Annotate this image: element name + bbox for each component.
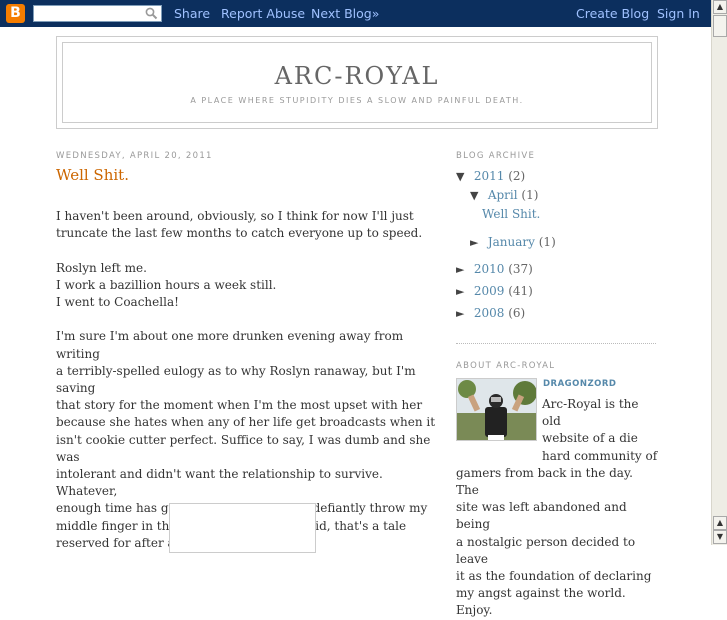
scroll-up-bottom-icon[interactable]: ▲ <box>713 516 727 530</box>
post-date: WEDNESDAY, APRIL 20, 2011 <box>56 151 213 161</box>
blogger-logo-icon[interactable]: B <box>6 4 25 23</box>
archive-month-april: ▼ April (1) <box>470 188 539 202</box>
scrollbar-thumb[interactable] <box>713 15 727 37</box>
search-icon[interactable] <box>145 7 158 20</box>
archive-post-item: Well Shit. <box>482 207 540 221</box>
archive-link-2010[interactable]: 2010 <box>474 262 505 276</box>
about-description: Arc-Royal is the old website of a die ha… <box>456 397 658 618</box>
archive-link-april[interactable]: April <box>488 188 518 202</box>
archive-post-link[interactable]: Well Shit. <box>482 207 540 221</box>
scroll-down-icon[interactable]: ▼ <box>713 530 727 544</box>
blog-search-input[interactable] <box>33 5 162 22</box>
archive-year-2011: ▼ 2011 (2) <box>456 169 526 183</box>
post-title[interactable]: Well Shit. <box>56 166 129 184</box>
share-link[interactable]: Share <box>174 6 210 21</box>
archive-link-2011[interactable]: 2011 <box>474 169 505 183</box>
sidebar-divider <box>456 343 656 344</box>
vertical-scrollbar[interactable]: ▲ ▲ ▼ <box>711 0 727 545</box>
collapse-toggle-icon[interactable]: ▼ <box>470 189 484 202</box>
archive-link-2008[interactable]: 2008 <box>474 306 505 320</box>
archive-year-2008: ► 2008 (6) <box>456 306 526 320</box>
expand-toggle-icon[interactable]: ► <box>456 285 470 298</box>
blog-archive-heading: BLOG ARCHIVE <box>456 151 536 161</box>
profile-name-link[interactable]: DRAGONZORD <box>543 379 617 389</box>
report-abuse-link[interactable]: Report Abuse <box>221 6 305 21</box>
blogger-navbar: B Share Report Abuse Next Blog» Create B… <box>0 0 711 27</box>
archive-year-2009: ► 2009 (41) <box>456 284 533 298</box>
blog-title[interactable]: ARC-ROYAL <box>63 62 651 90</box>
create-blog-link[interactable]: Create Blog <box>576 6 649 21</box>
archive-link-january[interactable]: January <box>488 235 535 249</box>
post-image[interactable] <box>169 503 316 553</box>
blog-description: A place where stupidity dies a slow and … <box>190 96 524 105</box>
about-heading: ABOUT ARC-ROYAL <box>456 361 556 371</box>
collapse-toggle-icon[interactable]: ▼ <box>456 170 470 183</box>
sign-in-link[interactable]: Sign In <box>657 6 700 21</box>
next-blog-link[interactable]: Next Blog» <box>311 6 379 21</box>
expand-toggle-icon[interactable]: ► <box>456 307 470 320</box>
archive-link-2009[interactable]: 2009 <box>474 284 505 298</box>
archive-month-january: ► January (1) <box>470 235 556 249</box>
blog-header: ARC-ROYAL A place where stupidity dies a… <box>56 36 658 129</box>
archive-year-2010: ► 2010 (37) <box>456 262 533 276</box>
scroll-up-icon[interactable]: ▲ <box>713 0 727 14</box>
expand-toggle-icon[interactable]: ► <box>456 263 470 276</box>
post-paragraph: Roslyn left me. I work a bazillion hours… <box>56 260 277 309</box>
expand-toggle-icon[interactable]: ► <box>470 236 484 249</box>
post-paragraph: I haven't been around, obviously, so I t… <box>56 209 423 241</box>
